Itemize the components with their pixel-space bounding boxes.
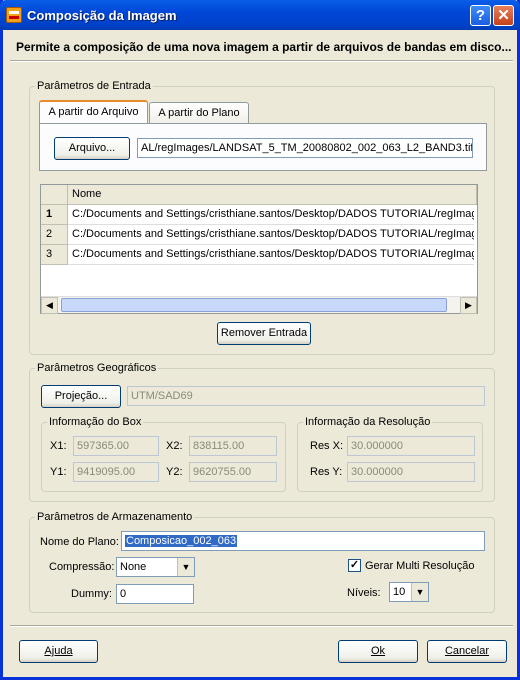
row-number[interactable]: 3 <box>41 245 68 265</box>
row-number[interactable]: 1 <box>41 205 68 225</box>
dummy-label: Dummy: <box>71 588 112 600</box>
storage-parameters-legend: Parâmetros de Armazenamento <box>37 511 193 523</box>
projection-button[interactable]: Projeção... <box>41 385 121 408</box>
x1-label: X1: <box>50 440 67 452</box>
scroll-right-icon[interactable]: ▶ <box>460 297 477 314</box>
levels-select[interactable]: 10 ▼ <box>389 582 429 602</box>
input-parameters-legend: Parâmetros de Entrada <box>37 80 151 92</box>
scroll-left-icon[interactable]: ◀ <box>41 297 58 314</box>
dummy-input[interactable]: 0 <box>116 584 194 604</box>
remove-entry-button[interactable]: Remover Entrada <box>217 322 311 345</box>
resy-label: Res Y: <box>310 466 343 478</box>
ok-button-label: Ok <box>370 645 386 657</box>
y2-label: Y2: <box>166 466 183 478</box>
file-browse-button[interactable]: Arquivo... <box>54 137 130 160</box>
cancel-button[interactable]: Cancelar <box>427 640 507 663</box>
geographic-parameters-legend: Parâmetros Geográficos <box>37 362 157 374</box>
box-info-legend: Informação do Box <box>49 416 142 428</box>
projection-field: UTM/SAD69 <box>127 386 485 406</box>
tab-from-plane[interactable]: A partir do Plano <box>149 102 249 124</box>
y1-label: Y1: <box>50 466 67 478</box>
x2-field: 838115.00 <box>189 436 277 456</box>
multires-label: Gerar Multi Resolução <box>365 560 475 572</box>
divider <box>10 625 513 627</box>
y2-field: 9620755.00 <box>189 462 277 482</box>
dialog-description: Permite a composição de uma nova imagem … <box>16 40 512 54</box>
plane-name-input[interactable]: Composicao_002_063 <box>121 531 485 551</box>
resx-field: 30.000000 <box>347 436 475 456</box>
plane-name-value: Composicao_002_063 <box>125 535 238 547</box>
compression-value: None <box>120 561 147 573</box>
app-icon <box>6 7 22 23</box>
ok-button[interactable]: Ok <box>338 640 418 663</box>
compression-select[interactable]: None ▼ <box>116 557 195 577</box>
column-header-name[interactable]: Nome <box>68 185 477 205</box>
file-path-field[interactable]: AL/regImages/LANDSAT_5_TM_20080802_002_0… <box>137 138 473 158</box>
tab-from-file[interactable]: A partir do Arquivo <box>39 100 148 124</box>
x1-field: 597365.00 <box>73 436 159 456</box>
divider <box>10 60 513 62</box>
window-title: Composição da Imagem <box>27 8 177 23</box>
table-row[interactable]: C:/Documents and Settings/cristhiane.san… <box>68 245 474 265</box>
table-row[interactable]: C:/Documents and Settings/cristhiane.san… <box>68 205 474 225</box>
help-title-button[interactable]: ? <box>470 5 491 26</box>
help-button-label: Ajuda <box>44 645 73 657</box>
title-bar[interactable]: Composição da Imagem ? ✕ <box>0 0 520 30</box>
row-number[interactable]: 2 <box>41 225 68 245</box>
chevron-down-icon[interactable]: ▼ <box>177 558 194 576</box>
multires-checkbox[interactable]: ✓ <box>348 559 361 572</box>
cancel-button-label: Cancelar <box>444 645 490 657</box>
resy-field: 30.000000 <box>347 462 475 482</box>
x2-label: X2: <box>166 440 183 452</box>
resolution-info-legend: Informação da Resolução <box>305 416 431 428</box>
composition-dialog: Composição da Imagem ? ✕ Permite a compo… <box>0 0 520 680</box>
help-button[interactable]: Ajuda <box>19 640 98 663</box>
scroll-thumb[interactable] <box>61 298 447 312</box>
table-row[interactable]: C:/Documents and Settings/cristhiane.san… <box>68 225 474 245</box>
table-corner <box>41 185 68 205</box>
levels-label: Níveis: <box>347 587 381 599</box>
horizontal-scrollbar[interactable]: ◀ ▶ <box>41 296 477 314</box>
y1-field: 9419095.00 <box>73 462 159 482</box>
chevron-down-icon[interactable]: ▼ <box>411 583 428 601</box>
compression-label: Compressão: <box>49 561 115 573</box>
resx-label: Res X: <box>310 440 344 452</box>
plane-name-label: Nome do Plano: <box>40 536 119 548</box>
input-files-table: Nome 1 C:/Documents and Settings/cristhi… <box>40 184 478 314</box>
levels-value: 10 <box>393 586 406 598</box>
close-button[interactable]: ✕ <box>493 5 514 26</box>
